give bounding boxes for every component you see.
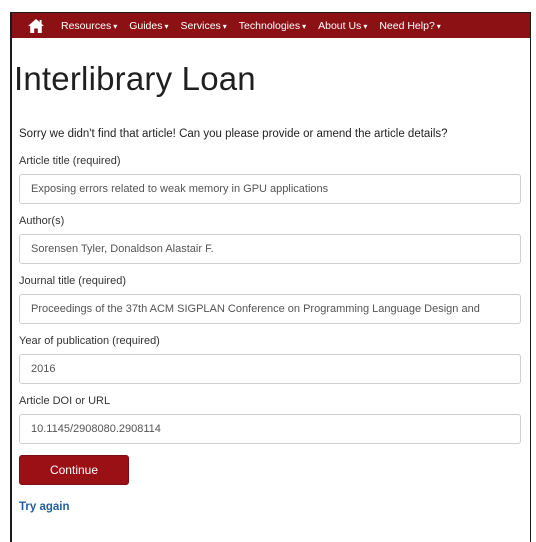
authors-input[interactable] — [19, 234, 521, 264]
nav-item-label: Need Help? — [379, 19, 435, 32]
nav-item-label: Guides — [129, 19, 163, 32]
continue-button[interactable]: Continue — [19, 455, 129, 485]
nav-item-services[interactable]: Services ▾ — [181, 20, 227, 32]
caret-down-icon: ▾ — [436, 21, 441, 31]
article-title-input[interactable] — [19, 174, 521, 204]
nav-item-label: Technologies — [238, 19, 301, 32]
browser-frame: Resources ▾ Guides ▾ Services ▾ Technologie… — [10, 12, 531, 542]
nav-item-need-help[interactable]: Need Help? ▾ — [379, 20, 440, 32]
nav-item-resources[interactable]: Resources ▾ — [61, 20, 117, 32]
nav-item-label: About Us — [318, 19, 362, 32]
journal-title-input[interactable] — [19, 294, 521, 324]
ill-form: Sorry we didn't find that article! Can y… — [12, 127, 530, 515]
doi-label: Article DOI or URL — [19, 395, 111, 407]
caret-down-icon: ▾ — [113, 21, 118, 31]
nav-item-label: Services — [180, 19, 221, 32]
top-navbar: Resources ▾ Guides ▾ Services ▾ Technologie… — [12, 13, 530, 38]
caret-down-icon: ▾ — [164, 21, 169, 31]
year-label: Year of publication (required) — [19, 335, 160, 347]
authors-label: Author(s) — [19, 215, 65, 227]
caret-down-icon: ▾ — [302, 21, 307, 31]
intro-message: Sorry we didn't find that article! Can y… — [19, 128, 448, 140]
caret-down-icon: ▾ — [222, 21, 227, 31]
try-again-link[interactable]: Try again — [19, 501, 70, 513]
article-title-label: Article title (required) — [19, 155, 121, 167]
nav-item-about-us[interactable]: About Us ▾ — [318, 20, 367, 32]
home-icon[interactable] — [27, 18, 45, 34]
nav-item-label: Resources — [61, 19, 112, 32]
doi-input[interactable] — [19, 414, 521, 444]
page-title: Interlibrary Loan — [14, 60, 256, 97]
year-input[interactable] — [19, 354, 521, 384]
caret-down-icon: ▾ — [363, 21, 368, 31]
nav-item-guides[interactable]: Guides ▾ — [129, 20, 168, 32]
nav-item-technologies[interactable]: Technologies ▾ — [239, 20, 306, 32]
journal-title-label: Journal title (required) — [19, 275, 126, 287]
